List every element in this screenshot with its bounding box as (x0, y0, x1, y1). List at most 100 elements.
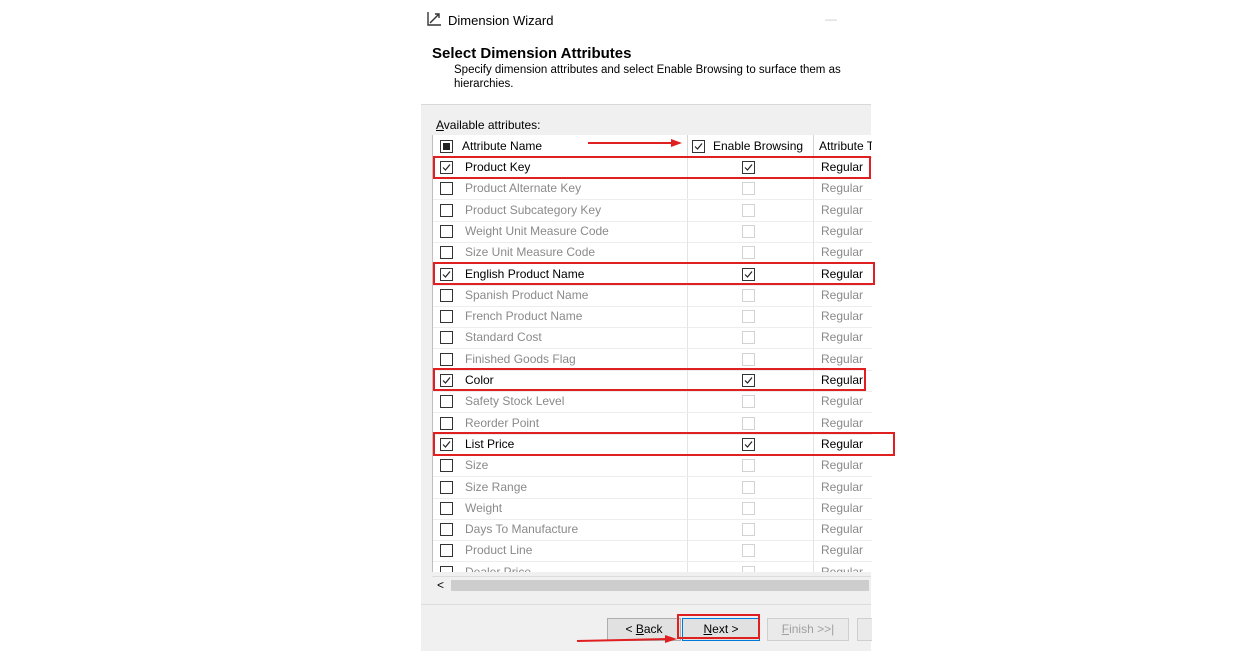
enable-browsing-checkbox[interactable] (742, 523, 755, 537)
enable-browsing-checkbox[interactable] (742, 331, 755, 345)
attribute-name: Product Subcategory Key (465, 202, 602, 217)
row-select-checkbox[interactable] (440, 501, 453, 515)
enable-browsing-checkbox[interactable] (742, 288, 755, 302)
attribute-type: Regular (821, 415, 864, 430)
attribute-type: Regular (821, 202, 864, 217)
enable-browsing-checkbox[interactable] (742, 352, 755, 366)
arrow-to-next-button-icon (576, 635, 677, 643)
attribute-type: Regular (821, 479, 864, 494)
table-row[interactable]: Size Range Regular (433, 476, 872, 499)
attribute-name: Finished Goods Flag (465, 351, 576, 366)
row-select-checkbox[interactable] (440, 416, 453, 430)
attribute-name: Size Range (465, 479, 528, 494)
enable-browsing-checkbox[interactable] (742, 544, 755, 558)
attribute-type: Regular (821, 522, 864, 537)
highlight-color (433, 368, 866, 391)
column-header-attribute-type[interactable]: Attribute T (813, 135, 872, 157)
attribute-type: Regular (821, 181, 864, 196)
finish-button[interactable]: Finish >>| (767, 618, 849, 641)
table-row[interactable]: Size Unit Measure Code Regular (433, 242, 872, 265)
enable-browsing-checkbox[interactable] (742, 246, 755, 260)
attribute-type: Regular (821, 223, 864, 238)
horizontal-scrollbar[interactable]: < (432, 576, 871, 594)
page-description: Specify dimension attributes and select … (454, 64, 841, 90)
row-select-checkbox[interactable] (440, 246, 453, 260)
attribute-type: Regular (821, 351, 864, 366)
attribute-name: Size (465, 458, 489, 473)
attribute-type: Regular (821, 245, 864, 260)
enable-browsing-checkbox[interactable] (742, 416, 755, 430)
row-select-checkbox[interactable] (440, 395, 453, 409)
row-select-checkbox[interactable] (440, 523, 453, 537)
column-header-enable-browsing[interactable]: Enable Browsing (687, 135, 814, 157)
attribute-name: French Product Name (465, 309, 583, 324)
table-row[interactable]: Weight Regular (433, 497, 872, 520)
cancel-button-partial[interactable] (857, 618, 872, 641)
enable-browsing-checkbox[interactable] (742, 182, 755, 196)
attribute-name: Size Unit Measure Code (465, 245, 596, 260)
table-row[interactable]: Weight Unit Measure Code Regular (433, 220, 872, 243)
table-row[interactable]: French Product Name Regular (433, 306, 872, 329)
enable-browsing-checkbox[interactable] (742, 501, 755, 515)
row-select-checkbox[interactable] (440, 352, 453, 366)
highlight-list-price (433, 432, 895, 456)
dimension-wizard-dialog: Dimension Wizard — Select Dimension Attr… (421, 0, 872, 651)
table-row[interactable]: Product Alternate Key Regular (433, 178, 872, 201)
enable-browsing-checkbox[interactable] (742, 565, 755, 572)
row-select-checkbox[interactable] (440, 480, 453, 494)
row-select-checkbox[interactable] (440, 203, 453, 217)
enable-browsing-checkbox[interactable] (742, 480, 755, 494)
attribute-type: Regular (821, 564, 864, 572)
arrow-to-enable-browsing-icon (588, 139, 682, 147)
row-select-checkbox[interactable] (440, 224, 453, 238)
attribute-name: Reorder Point (465, 415, 540, 430)
attribute-type: Regular (821, 330, 864, 345)
table-row[interactable]: Standard Cost Regular (433, 327, 872, 350)
scrollbar-thumb[interactable] (451, 580, 869, 591)
table-row[interactable]: Safety Stock Level Regular (433, 391, 872, 414)
enable-browsing-checkbox[interactable] (742, 224, 755, 238)
table-row[interactable]: Spanish Product Name Regular (433, 284, 872, 307)
attribute-type: Regular (821, 500, 864, 515)
dimension-wizard-icon (426, 11, 442, 27)
attribute-name: Weight Unit Measure Code (465, 223, 609, 238)
attribute-type: Regular (821, 287, 864, 302)
available-attributes-label: Available attributes: (436, 118, 541, 132)
table-row[interactable]: Size Regular (433, 455, 872, 478)
scroll-left-arrow-icon[interactable]: < (432, 577, 449, 594)
row-select-checkbox[interactable] (440, 182, 453, 196)
table-row[interactable]: Dealer Price Regular (433, 561, 872, 572)
attribute-name: Dealer Price (465, 564, 532, 572)
row-select-checkbox[interactable] (440, 288, 453, 302)
attribute-name: Days To Manufacture (465, 522, 579, 537)
row-select-checkbox[interactable] (440, 544, 453, 558)
table-row[interactable]: Product Subcategory Key Regular (433, 199, 872, 222)
enable-browsing-checkbox[interactable] (742, 395, 755, 409)
attribute-name: Product Alternate Key (465, 181, 582, 196)
row-select-checkbox[interactable] (440, 459, 453, 473)
page-title: Select Dimension Attributes (432, 45, 632, 62)
attribute-name: Weight (465, 500, 503, 515)
attribute-name: Product Line (465, 543, 533, 558)
enable-browsing-checkbox[interactable] (742, 310, 755, 324)
attribute-type: Regular (821, 543, 864, 558)
window-title: Dimension Wizard (448, 13, 554, 28)
attribute-type: Regular (821, 309, 864, 324)
attributes-grid[interactable]: Attribute Name Enable Browsing Attribute… (432, 135, 872, 572)
table-row[interactable]: Days To Manufacture Regular (433, 519, 872, 542)
attribute-name: Spanish Product Name (465, 287, 589, 302)
highlight-next-button (677, 614, 760, 639)
enable-browsing-all-checkbox[interactable] (692, 140, 705, 153)
enable-browsing-checkbox[interactable] (742, 459, 755, 473)
minimize-button[interactable]: — (825, 12, 837, 26)
row-select-checkbox[interactable] (440, 331, 453, 345)
attribute-type: Regular (821, 394, 864, 409)
attribute-name: Safety Stock Level (465, 394, 565, 409)
highlight-product-key (433, 156, 871, 179)
select-all-checkbox[interactable] (440, 140, 453, 153)
enable-browsing-checkbox[interactable] (742, 203, 755, 217)
table-row[interactable]: Product Line Regular (433, 540, 872, 563)
attribute-type: Regular (821, 458, 864, 473)
row-select-checkbox[interactable] (440, 565, 453, 572)
row-select-checkbox[interactable] (440, 310, 453, 324)
